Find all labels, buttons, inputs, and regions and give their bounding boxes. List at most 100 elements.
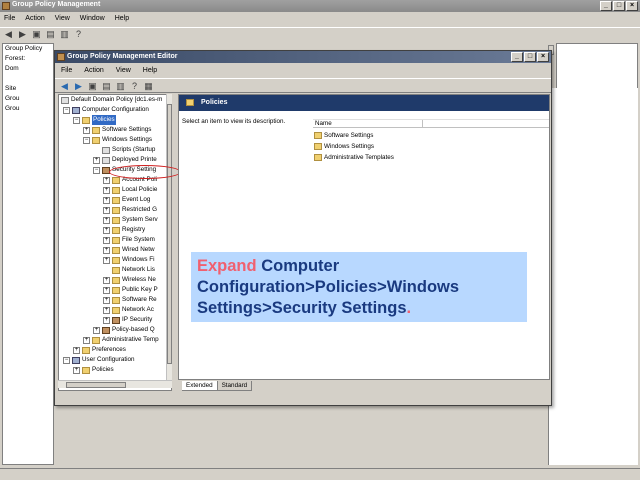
gpme-app-icon — [57, 53, 65, 61]
editor-menu-help[interactable]: Help — [143, 67, 157, 77]
collapse-icon[interactable]: − — [63, 356, 70, 364]
tree-item-security-child[interactable]: + File System — [59, 235, 171, 245]
expand-icon[interactable]: + — [93, 156, 100, 164]
editor-maximize-button[interactable]: □ — [524, 52, 536, 62]
back-arrow-icon[interactable]: ◀ — [3, 29, 14, 40]
expand-icon[interactable]: + — [83, 336, 90, 344]
tree-horizontal-scrollbar[interactable] — [58, 380, 172, 388]
tree-item-security-child[interactable]: + Registry — [59, 225, 171, 235]
outer-menu-file[interactable]: File — [4, 15, 15, 26]
collapse-icon[interactable]: − — [83, 136, 90, 144]
outer-maximize-button[interactable]: □ — [613, 1, 625, 11]
outer-tree-item[interactable]: Grou — [3, 104, 53, 114]
tree-item-computer-configuration[interactable]: − Computer Configuration — [59, 105, 171, 115]
expand-icon[interactable]: + — [73, 346, 80, 354]
list-item-admin-templates[interactable]: Administrative Templates — [314, 152, 394, 162]
outer-menu-action[interactable]: Action — [25, 15, 44, 26]
expand-icon[interactable]: + — [93, 326, 100, 334]
tree-item-deployed-printers[interactable]: + Deployed Printe — [59, 155, 171, 165]
tree-item-user-policies[interactable]: + Policies — [59, 365, 171, 375]
list-item-software-settings[interactable]: Software Settings — [314, 130, 373, 140]
tree-item-security-child[interactable]: + Wireless Ne — [59, 275, 171, 285]
export-icon[interactable]: ▥ — [59, 29, 70, 40]
collapse-icon[interactable]: − — [73, 116, 80, 124]
back-arrow-icon[interactable]: ◀ — [59, 81, 70, 92]
editor-close-button[interactable]: × — [537, 52, 549, 62]
list-item-windows-settings[interactable]: Windows Settings — [314, 141, 374, 151]
expand-icon[interactable]: + — [103, 226, 110, 234]
help-icon[interactable]: ? — [129, 81, 140, 92]
tree-item-security-child[interactable]: + Public Key P — [59, 285, 171, 295]
show-tree-icon[interactable]: ▤ — [101, 81, 112, 92]
tree-item-security-child[interactable]: Network Lis — [59, 265, 171, 275]
outer-tree-item[interactable] — [3, 74, 53, 84]
expand-icon[interactable]: + — [83, 126, 90, 134]
expand-icon[interactable]: + — [103, 276, 110, 284]
tree-item-security-child[interactable]: + Network Ac — [59, 305, 171, 315]
tree-item-admin-templates[interactable]: + Administrative Temp — [59, 335, 171, 345]
tree-item-preferences[interactable]: + Preferences — [59, 345, 171, 355]
expand-icon[interactable]: + — [103, 176, 110, 184]
expand-icon[interactable]: + — [103, 256, 110, 264]
tree-item-security-child[interactable]: + System Serv — [59, 215, 171, 225]
up-folder-icon[interactable]: ▣ — [87, 81, 98, 92]
editor-minimize-button[interactable]: _ — [511, 52, 523, 62]
outer-tree-item[interactable]: Dom — [3, 64, 53, 74]
up-folder-icon[interactable]: ▣ — [31, 29, 42, 40]
show-tree-icon[interactable]: ▤ — [45, 29, 56, 40]
outer-menu-view[interactable]: View — [55, 15, 70, 26]
outer-tree-item[interactable]: Forest: — [3, 54, 53, 64]
expand-icon[interactable]: + — [103, 296, 110, 304]
outer-tree-item[interactable]: Site — [3, 84, 53, 94]
forward-arrow-icon[interactable]: ▶ — [73, 81, 84, 92]
outer-menu-help[interactable]: Help — [115, 15, 129, 26]
properties-icon[interactable]: ▦ — [143, 81, 154, 92]
expand-icon[interactable]: + — [103, 316, 110, 324]
tree-item-scripts[interactable]: Scripts (Startup — [59, 145, 171, 155]
expand-icon[interactable]: + — [103, 206, 110, 214]
export-icon[interactable]: ▥ — [115, 81, 126, 92]
tree-vertical-scrollbar[interactable] — [166, 94, 172, 380]
folder-icon — [112, 266, 120, 274]
outer-tree-item[interactable]: Grou — [3, 94, 53, 104]
tree-item-security-child[interactable]: + IP Security — [59, 315, 171, 325]
tab-extended[interactable]: Extended — [182, 381, 218, 391]
tree-item-software-settings[interactable]: + Software Settings — [59, 125, 171, 135]
tree-item-security-child[interactable]: + Software Re — [59, 295, 171, 305]
expand-icon[interactable]: + — [103, 216, 110, 224]
collapse-icon[interactable]: − — [93, 166, 100, 174]
expand-icon[interactable]: + — [103, 186, 110, 194]
editor-menu-file[interactable]: File — [61, 67, 72, 77]
editor-menu-action[interactable]: Action — [84, 67, 103, 77]
tree-item-user-configuration[interactable]: − User Configuration — [59, 355, 171, 365]
expand-icon[interactable]: + — [103, 286, 110, 294]
tree-hscroll-thumb[interactable] — [66, 382, 126, 388]
tree-item-windows-settings[interactable]: − Windows Settings — [59, 135, 171, 145]
expand-icon[interactable]: + — [103, 236, 110, 244]
tree-item-security-child[interactable]: + Restricted G — [59, 205, 171, 215]
expand-icon[interactable]: + — [103, 196, 110, 204]
help-icon[interactable]: ? — [73, 29, 84, 40]
tab-standard[interactable]: Standard — [217, 381, 253, 391]
tree-item-security-child[interactable]: + Local Policie — [59, 185, 171, 195]
collapse-icon[interactable]: − — [63, 106, 70, 114]
outer-close-button[interactable]: × — [626, 1, 638, 11]
tree-item-security-child[interactable]: + Event Log — [59, 195, 171, 205]
outer-minimize-button[interactable]: _ — [600, 1, 612, 11]
tree-item-policy-qos[interactable]: + Policy-based Q — [59, 325, 171, 335]
expand-icon[interactable]: + — [103, 306, 110, 314]
tree-item-security-child[interactable]: + Windows Fi — [59, 255, 171, 265]
expand-icon[interactable]: + — [73, 366, 80, 374]
expand-icon[interactable]: + — [103, 246, 110, 254]
tree-scroll-thumb[interactable] — [167, 104, 172, 364]
user-icon — [72, 356, 80, 364]
editor-menu-view[interactable]: View — [116, 67, 131, 77]
detail-header: Policies — [179, 95, 549, 111]
tree-item-policies[interactable]: − Policies — [59, 115, 171, 125]
tree-item-security-child[interactable]: + Wired Netw — [59, 245, 171, 255]
tree-item-root[interactable]: Default Domain Policy [dc1.es-m — [59, 95, 171, 105]
column-name-header[interactable]: Name — [313, 120, 423, 128]
outer-menu-window[interactable]: Window — [80, 15, 105, 26]
outer-tree-item[interactable]: Group Policy — [3, 44, 53, 54]
forward-arrow-icon[interactable]: ▶ — [17, 29, 28, 40]
